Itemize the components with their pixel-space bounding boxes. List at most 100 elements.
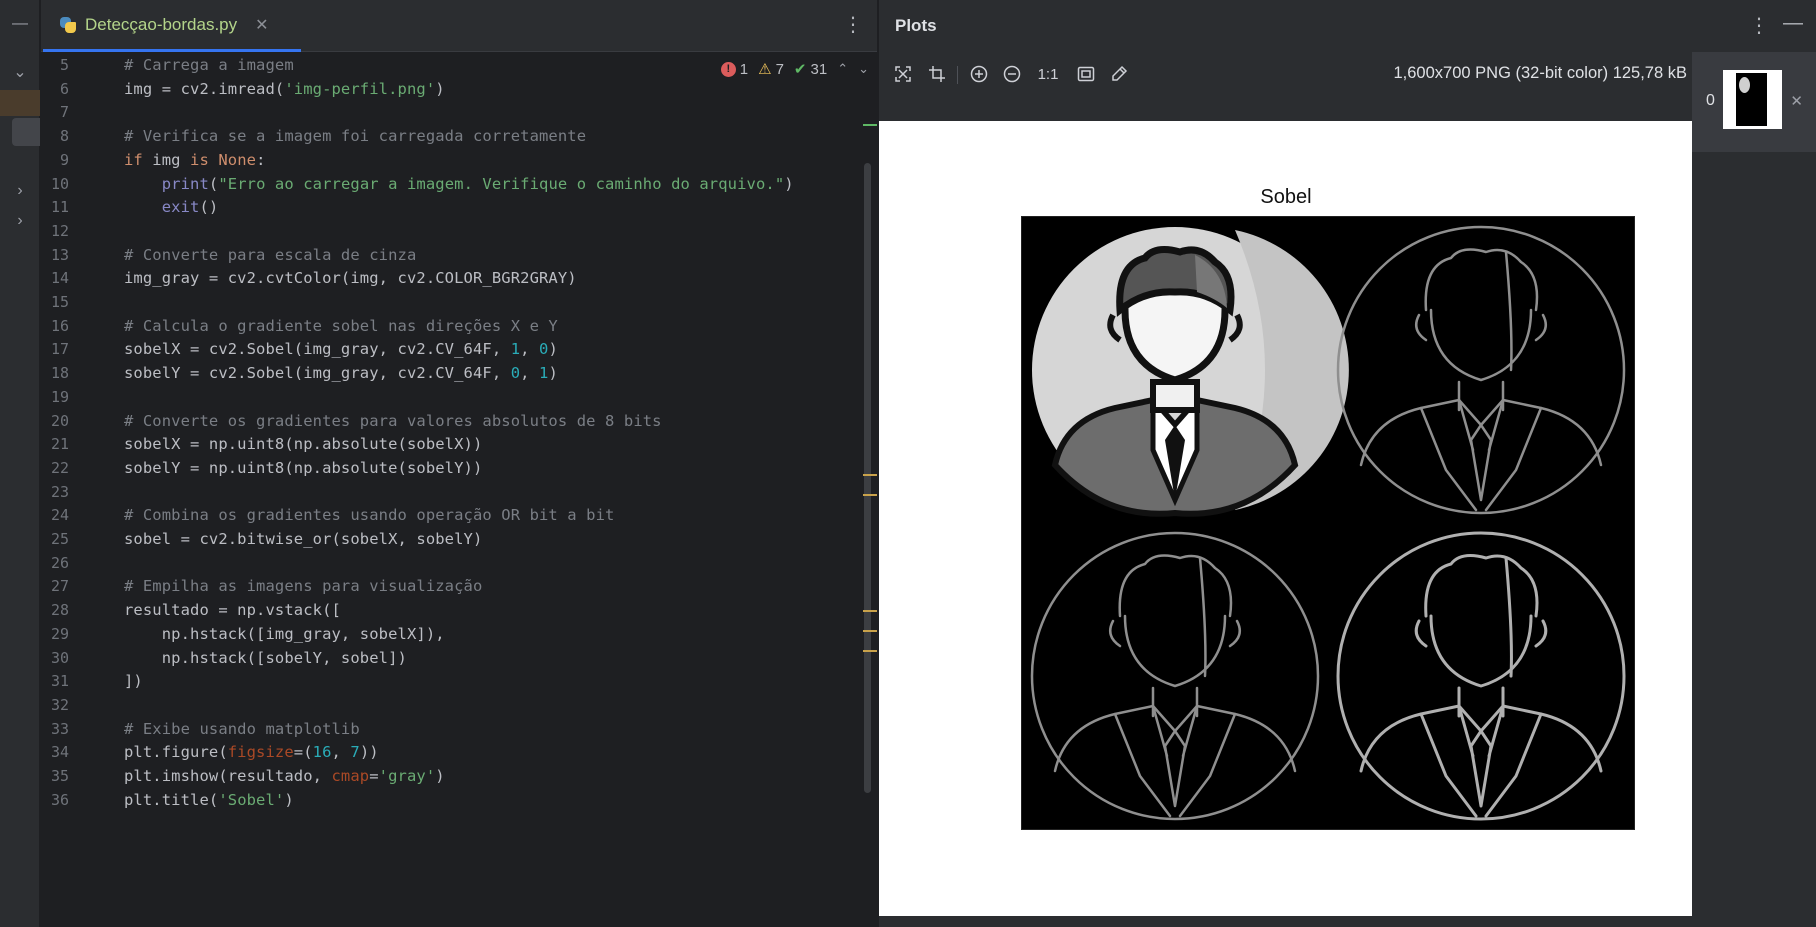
code-line[interactable]: img = cv2.imread('img-perfil.png') — [124, 80, 445, 98]
plot-canvas: Sobel — [879, 121, 1692, 916]
previous-highlight-icon[interactable]: ⌃ — [837, 61, 848, 77]
line-number: 6 — [59, 79, 69, 98]
zoom-in-icon[interactable] — [967, 62, 991, 86]
warning-icon: ⚠ — [758, 61, 772, 78]
sobely-panel — [1030, 531, 1320, 821]
zoom-out-icon[interactable] — [1000, 62, 1024, 86]
actual-size-button[interactable]: 1:1 — [1031, 62, 1065, 86]
inspection-widget[interactable]: ! 1 ⚠ 7 ✔ 31 ⌃ ⌄ — [720, 60, 869, 78]
code-line[interactable]: # Combina os gradientes usando operação … — [124, 506, 614, 524]
line-number: 23 — [50, 482, 69, 501]
code-line[interactable]: exit() — [124, 198, 219, 216]
line-number: 18 — [50, 364, 69, 383]
code-line[interactable]: # Calcula o gradiente sobel nas direções… — [124, 317, 558, 335]
editor-tab-label: Detecçao-bordas.py — [85, 14, 238, 34]
check-icon: ✔ — [793, 61, 807, 78]
warning-marker[interactable] — [863, 474, 877, 476]
code-line[interactable]: resultado = np.vstack([ — [124, 601, 341, 619]
close-icon[interactable]: ✕ — [255, 15, 268, 35]
ok-count: 31 — [810, 60, 828, 78]
code-line[interactable]: img_gray = cv2.cvtColor(img, cv2.COLOR_B… — [124, 269, 577, 287]
plots-header: Plots ⋮ — — [879, 0, 1816, 52]
line-number: 28 — [50, 601, 69, 620]
chevron-down-icon[interactable]: ⌄ — [0, 59, 40, 85]
more-options-icon[interactable]: ⋮ — [1749, 13, 1769, 38]
project-item-highlight[interactable] — [0, 90, 40, 116]
fit-icon[interactable] — [891, 62, 915, 86]
line-number: 7 — [59, 103, 69, 122]
thumbnail-image — [1723, 70, 1782, 129]
plots-panel: Plots ⋮ — 1:1 1,600x700 PNG (32-bit colo… — [878, 0, 1816, 927]
line-number: 11 — [50, 198, 69, 217]
tool-strip: — ⌄ › › — [0, 0, 40, 927]
warning-marker[interactable] — [863, 650, 877, 652]
code-line[interactable]: sobel = cv2.bitwise_or(sobelX, sobelY) — [124, 530, 482, 548]
warning-marker[interactable] — [863, 494, 877, 496]
color-picker-icon[interactable] — [1107, 62, 1131, 86]
code-line[interactable]: # Exibe usando matplotlib — [124, 720, 360, 738]
close-icon[interactable]: ✕ — [1790, 92, 1803, 110]
line-number: 33 — [50, 719, 69, 738]
line-number: 19 — [50, 387, 69, 406]
line-number: 32 — [50, 695, 69, 714]
structure-item-highlight[interactable] — [12, 118, 40, 146]
line-number: 17 — [50, 340, 69, 359]
line-number: 10 — [50, 174, 69, 193]
plot-image — [1021, 216, 1635, 830]
minimize-icon[interactable]: — — [0, 11, 40, 37]
line-number: 12 — [50, 221, 69, 240]
error-count: 1 — [739, 60, 749, 78]
line-number-gutter: 5 6 7 8 9 10 11 12 13 14 15 16 17 18 19 20 21 22 23 24 25 26 2… — [41, 52, 111, 927]
chevron-right-icon[interactable]: › — [0, 178, 40, 204]
code-line[interactable]: sobelX = cv2.Sobel(img_gray, cv2.CV_64F,… — [124, 340, 558, 358]
line-number: 30 — [50, 648, 69, 667]
minimize-icon[interactable]: — — [1783, 12, 1803, 35]
line-number: 35 — [50, 767, 69, 785]
vertical-scrollbar[interactable] — [864, 163, 871, 793]
warning-marker[interactable] — [863, 610, 877, 612]
crop-icon[interactable] — [925, 62, 949, 86]
code-line[interactable]: ]) — [124, 672, 143, 690]
plot-thumbnails: 0 ✕ — [1692, 52, 1816, 927]
background-icon[interactable] — [1074, 62, 1098, 86]
thumbnail-index: 0 — [1706, 92, 1715, 109]
code-line[interactable]: plt.figure(figsize=(16, 7)) — [124, 743, 379, 761]
code-line[interactable]: print("Erro ao carregar a imagem. Verifi… — [124, 175, 794, 193]
line-number: 36 — [50, 790, 69, 809]
code-line[interactable]: sobelX = np.uint8(np.absolute(sobelX)) — [124, 435, 482, 453]
line-number: 22 — [50, 458, 69, 477]
code-line[interactable]: plt.title('Sobel') — [124, 791, 294, 809]
editor-tab[interactable]: Detecçao-bordas.py ✕ — [43, 0, 301, 52]
code-line[interactable]: # Converte os gradientes para valores ab… — [124, 412, 662, 430]
line-number: 34 — [50, 743, 69, 762]
code-line[interactable]: sobelY = np.uint8(np.absolute(sobelY)) — [124, 459, 482, 477]
python-file-icon — [59, 16, 77, 34]
line-number: 24 — [50, 506, 69, 525]
line-number: 13 — [50, 245, 69, 264]
line-number: 27 — [50, 577, 69, 596]
code-line[interactable]: np.hstack([img_gray, sobelX]), — [124, 625, 445, 643]
plot-title: Sobel — [1260, 186, 1312, 208]
code-line[interactable]: np.hstack([sobelY, sobel]) — [124, 649, 407, 667]
toolbar-separator — [957, 66, 958, 84]
more-options-icon[interactable]: ⋮ — [843, 13, 863, 37]
line-number: 21 — [50, 435, 69, 454]
plot-thumbnail[interactable]: 0 ✕ — [1692, 52, 1816, 152]
chevron-right-icon-2[interactable]: › — [0, 208, 40, 234]
editor-tab-bar: Detecçao-bordas.py ✕ ⋮ — [41, 0, 877, 52]
grayscale-panel — [1032, 227, 1349, 517]
code-line[interactable]: # Carrega a imagem — [124, 56, 294, 74]
line-number: 25 — [50, 530, 69, 548]
line-number: 29 — [50, 624, 69, 643]
code-line[interactable]: if img is None: — [124, 151, 266, 169]
code-line[interactable]: # Verifica se a imagem foi carregada cor… — [124, 127, 586, 145]
warning-marker[interactable] — [863, 630, 877, 632]
code-line[interactable]: # Empilha as imagens para visualização — [124, 577, 482, 595]
code-line[interactable]: sobelY = cv2.Sobel(img_gray, cv2.CV_64F,… — [124, 364, 558, 382]
next-highlight-icon[interactable]: ⌄ — [858, 61, 869, 77]
code-area[interactable]: # Carrega a imagem img = cv2.imread('img-… — [124, 52, 864, 927]
line-number: 5 — [59, 56, 69, 74]
code-line[interactable]: plt.imshow(resultado, cmap='gray') — [124, 767, 445, 785]
code-line[interactable]: # Converte para escala de cinza — [124, 246, 416, 264]
change-marker[interactable] — [863, 124, 877, 126]
